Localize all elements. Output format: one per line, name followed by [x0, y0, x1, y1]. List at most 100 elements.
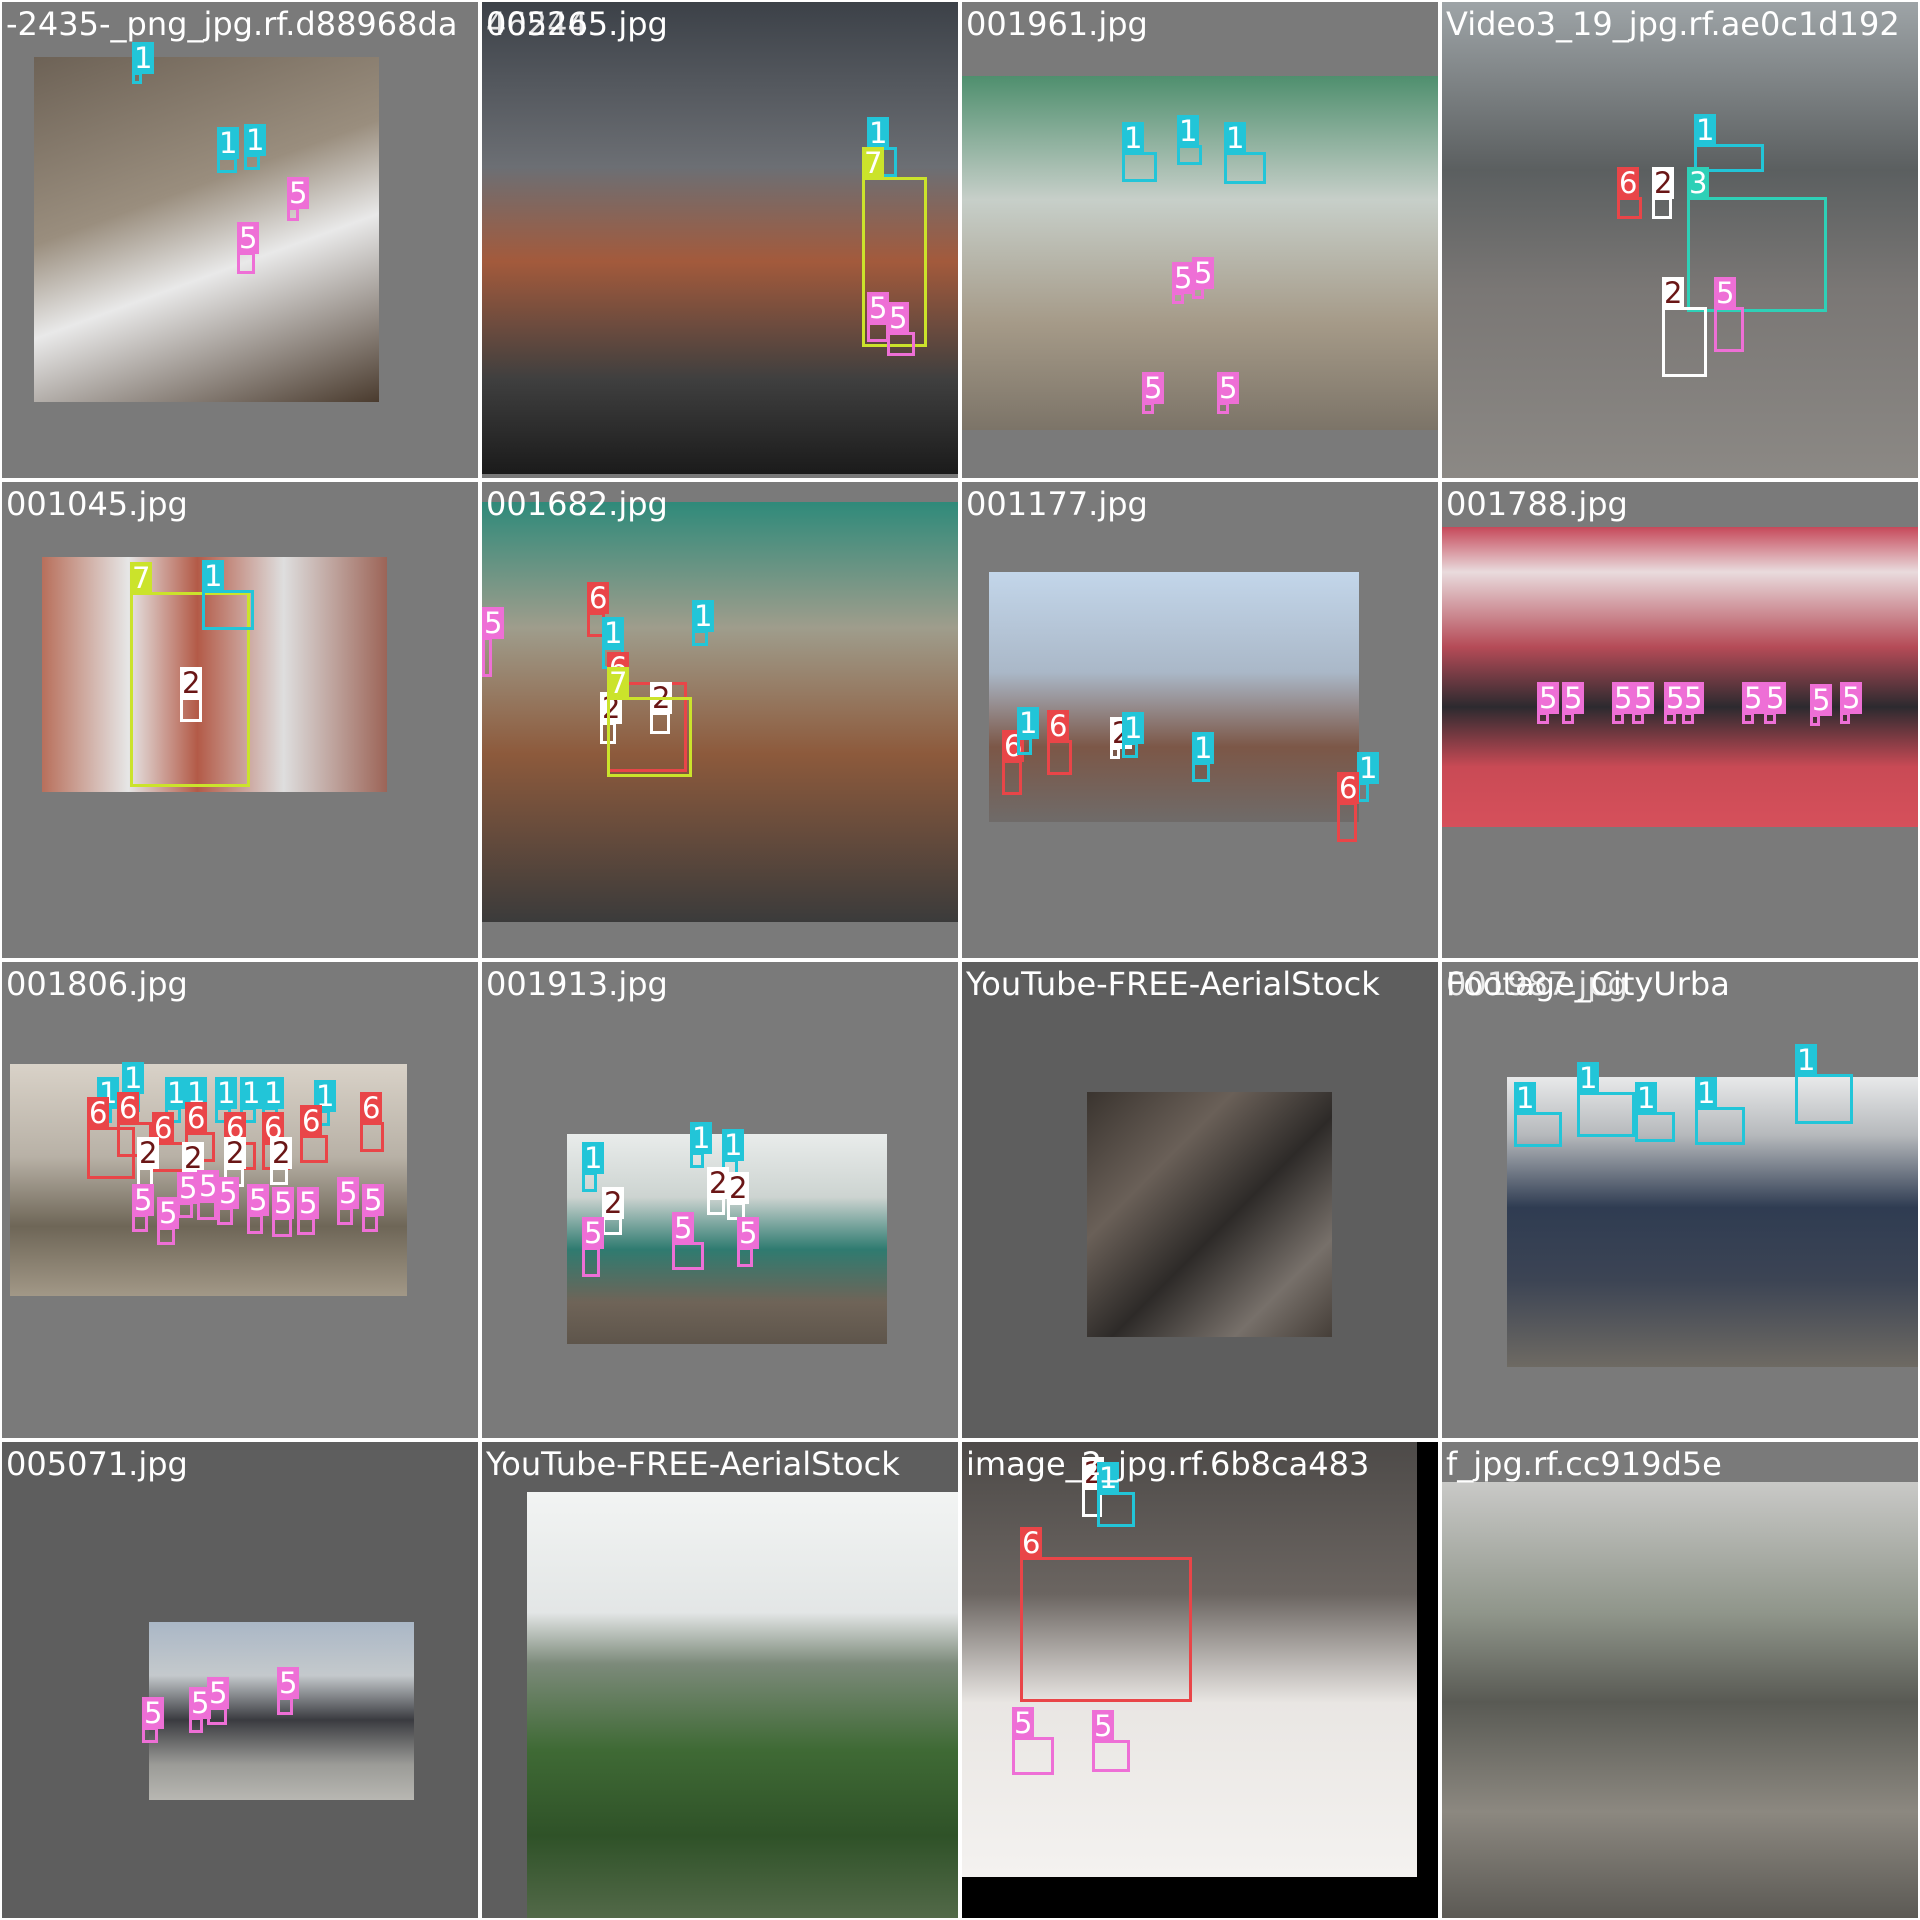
detection-box: 5	[1562, 682, 1585, 724]
class-label: 1	[202, 559, 225, 593]
class-label: 1	[1795, 1043, 1818, 1077]
mosaic-tile: 56116227001682.jpg	[480, 480, 960, 960]
class-label: 5	[277, 1666, 300, 1700]
class-label: 1	[692, 599, 715, 633]
detection-box: 1	[1695, 1077, 1745, 1145]
class-label: 5	[247, 1183, 270, 1217]
class-label: 1	[1357, 751, 1380, 785]
detection-box: 5	[362, 1184, 385, 1232]
detection-box: 7	[607, 667, 692, 777]
tile-filename-label: Video3_19_jpg.rf.ae0c1d192	[1446, 5, 1900, 43]
class-label: 1	[122, 1061, 145, 1095]
detection-box: 5	[1092, 1710, 1130, 1772]
detection-box: 1	[1224, 122, 1266, 184]
tile-filename-label: 001961.jpg	[966, 5, 1148, 43]
class-label: 1	[240, 1076, 263, 1110]
class-label: 5	[297, 1186, 320, 1220]
detection-box: 1	[244, 124, 267, 170]
detection-box: 5	[157, 1197, 180, 1245]
class-label: 5	[737, 1216, 760, 1250]
class-label: 6	[360, 1091, 383, 1125]
detection-box: 5	[887, 302, 915, 356]
class-label: 5	[1192, 256, 1215, 290]
detection-box: 6	[360, 1092, 384, 1152]
detection-box: 2	[1110, 717, 1133, 759]
detection-box: 6	[300, 1105, 328, 1163]
detection-box: 5	[1764, 682, 1787, 724]
detection-box: 1	[1122, 712, 1145, 758]
class-label: 5	[362, 1183, 385, 1217]
detection-box: 5	[1664, 682, 1687, 724]
class-label: 6	[1047, 709, 1070, 743]
detection-box: 5	[197, 1170, 220, 1220]
tile-filename-label: YouTube-FREE-AerialStock	[966, 965, 1380, 1003]
mosaic-tile: YouTube-FREE-AerialStock	[960, 960, 1440, 1440]
detection-box: 5	[132, 1184, 155, 1232]
class-label: 7	[862, 146, 885, 180]
mosaic-tile: YouTube-FREE-AerialStock	[480, 1440, 960, 1920]
mosaic-tile: 2 1 6 5 5 image_2_jpg.rf.6b8ca483	[960, 1440, 1440, 1920]
class-label: 3	[1687, 166, 1710, 200]
tile-photo	[1442, 1482, 1918, 1918]
detection-box: 6	[1617, 167, 1642, 219]
detection-box: 2	[1652, 167, 1675, 219]
class-label: 2	[180, 666, 203, 700]
class-label: 1	[1017, 706, 1040, 740]
class-label: 1	[1122, 711, 1145, 745]
mosaic-tile: 1 1 1 1 1 Footage_CityUrba 001987.jpg	[1440, 960, 1920, 1440]
class-label: 1	[602, 616, 625, 650]
tile-photo	[34, 57, 379, 402]
class-label: 5	[1537, 681, 1560, 715]
class-label: 6	[117, 1091, 140, 1125]
detection-box: 5	[1537, 682, 1560, 724]
mosaic-tile: 1 1 1 5 5 -2435-_png_jpg.rf.d88968da	[0, 0, 480, 480]
class-label: 5	[142, 1696, 165, 1730]
mosaic-tile: 1 1 1 2 2 2 5 5 5 001913.jpg	[480, 960, 960, 1440]
detection-box: 1	[1795, 1044, 1853, 1124]
detection-box: 5	[737, 1217, 760, 1267]
detection-box: 1	[1514, 1082, 1562, 1147]
class-label: 5	[582, 1216, 605, 1250]
class-label: 5	[237, 221, 260, 255]
class-label: 5	[1217, 371, 1240, 405]
class-label: 5	[1742, 681, 1765, 715]
tile-filename-label: 001177.jpg	[966, 485, 1148, 523]
detection-box: 5	[177, 1172, 200, 1218]
class-label: 6	[185, 1101, 208, 1135]
detection-box: 5	[1217, 372, 1240, 414]
class-label: 1	[215, 1076, 238, 1110]
tile-photo	[989, 572, 1359, 822]
detection-box: 1	[1177, 115, 1202, 165]
tile-photo	[962, 76, 1438, 430]
class-label: 5	[287, 176, 310, 210]
class-label: 2	[224, 1136, 247, 1170]
detection-box: 1	[690, 1122, 713, 1168]
class-label: 2	[1662, 276, 1685, 310]
detection-box: 1	[692, 600, 715, 646]
class-label: 1	[244, 123, 267, 157]
detection-box: 5	[1012, 1707, 1054, 1775]
class-label: 1	[132, 41, 155, 75]
detection-box: 2	[707, 1167, 730, 1215]
detection-box: 1	[202, 560, 254, 630]
detection-box: 5	[1632, 682, 1655, 724]
detection-box: 5	[217, 1177, 240, 1225]
mosaic-tile: 1 7 5 5 005265.jpg 46244	[480, 0, 960, 480]
tile-photo	[527, 1492, 958, 1918]
tile-photo	[1442, 2, 1918, 478]
tile-filename-label: 001806.jpg	[6, 965, 188, 1003]
class-label: 1	[582, 1141, 605, 1175]
class-label: 7	[130, 561, 153, 595]
detection-box: 1	[1635, 1082, 1675, 1142]
detection-box: 5	[1612, 682, 1635, 724]
detection-box: 5	[1142, 372, 1165, 414]
class-label: 5	[1682, 681, 1705, 715]
class-label: 6	[1020, 1526, 1043, 1560]
tile-filename-label: f_jpg.rf.cc919d5e	[1446, 1445, 1722, 1483]
detection-box: 5	[287, 177, 310, 221]
detection-box: 5	[207, 1677, 230, 1725]
detection-box: 5	[867, 292, 890, 342]
detection-box: 1	[1122, 122, 1157, 182]
class-label: 1	[867, 116, 890, 150]
detection-box: 2	[180, 667, 203, 722]
